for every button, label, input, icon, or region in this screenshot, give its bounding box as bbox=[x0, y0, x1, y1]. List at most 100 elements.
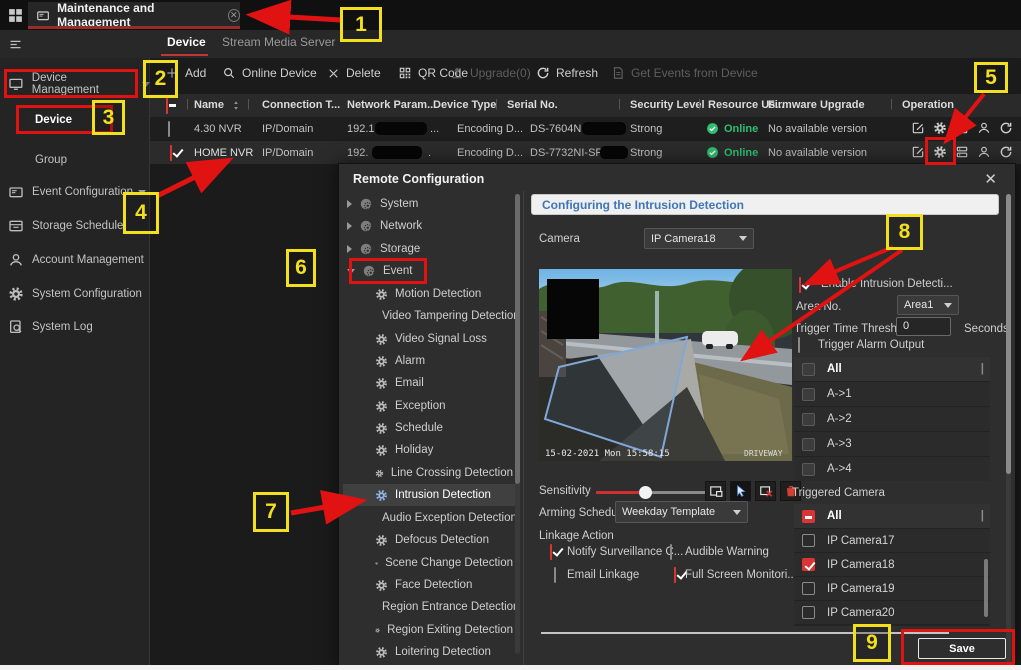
col-serial[interactable]: Serial No. bbox=[507, 99, 558, 111]
col-firmware[interactable]: Firmware Upgrade bbox=[768, 99, 865, 111]
select-all-checkbox[interactable] bbox=[166, 98, 168, 114]
sidebar-item-system-log[interactable]: System Log bbox=[0, 315, 150, 339]
list-item[interactable]: A->4 bbox=[794, 457, 990, 481]
tree-item-line-crossing[interactable]: Line Crossing Detection bbox=[343, 462, 513, 484]
arming-schedule-select[interactable]: Weekday Template bbox=[615, 501, 748, 523]
trigger-alarm-output-checkbox[interactable] bbox=[798, 337, 800, 353]
upgrade-button[interactable]: Upgrade(0) bbox=[450, 66, 531, 80]
camera-select[interactable]: IP Camera18 bbox=[644, 228, 754, 249]
sidebar-item-group[interactable]: Group bbox=[0, 148, 150, 172]
refresh-button[interactable]: Refresh bbox=[536, 66, 598, 80]
notify-surveillance-checkbox[interactable] bbox=[550, 544, 552, 560]
tree-item-email[interactable]: Email bbox=[343, 372, 513, 394]
device-refresh-icon[interactable] bbox=[999, 145, 1013, 159]
tree-item-defocus[interactable]: Defocus Detection bbox=[343, 529, 513, 551]
hamburger-menu-icon[interactable] bbox=[8, 37, 23, 52]
list-item[interactable]: A->3 bbox=[794, 432, 990, 456]
col-security[interactable]: Security Level bbox=[630, 99, 705, 111]
tree-item-video-signal-loss[interactable]: Video Signal Loss bbox=[343, 328, 513, 350]
device-user-icon[interactable] bbox=[977, 121, 991, 135]
tab-maintenance-and-management[interactable]: Maintenance and Management ✕ bbox=[28, 2, 240, 28]
all-cameras-checkbox[interactable] bbox=[802, 510, 815, 523]
remote-config-icon[interactable] bbox=[933, 121, 947, 135]
redaction-bar bbox=[600, 146, 628, 159]
tree-item-holiday[interactable]: Holiday bbox=[343, 439, 513, 461]
email-linkage-checkbox[interactable] bbox=[554, 567, 556, 583]
list-item[interactable]: IP Camera20 bbox=[794, 601, 990, 624]
col-name[interactable]: Name bbox=[194, 99, 224, 111]
get-events-button[interactable]: Get Events from Device bbox=[611, 66, 758, 80]
enable-intrusion-checkbox[interactable] bbox=[799, 277, 801, 293]
tree-item-audio-exception[interactable]: Audio Exception Detection bbox=[343, 507, 513, 529]
list-item[interactable]: A->2 bbox=[794, 407, 990, 431]
device-user-icon[interactable] bbox=[977, 145, 991, 159]
online-device-button[interactable]: Online Device bbox=[222, 66, 317, 80]
edit-device-icon[interactable] bbox=[911, 145, 925, 159]
tab-stream-media-server[interactable]: Stream Media Server bbox=[222, 35, 335, 49]
row1-checkbox[interactable] bbox=[168, 121, 170, 137]
audible-warning-checkbox[interactable] bbox=[670, 544, 672, 560]
tab-device[interactable]: Device bbox=[167, 35, 206, 49]
tree-item-loitering[interactable]: Loitering Detection bbox=[343, 641, 513, 663]
tree-item-network[interactable]: Network bbox=[343, 215, 513, 237]
tree-item-scene-change[interactable]: Scene Change Detection bbox=[343, 552, 513, 574]
tree-item-face-detection[interactable]: Face Detection bbox=[343, 574, 513, 596]
refresh-icon bbox=[536, 66, 550, 80]
enable-intrusion-label: Enable Intrusion Detecti... bbox=[821, 278, 953, 290]
row1-serial: DS-7604N bbox=[530, 123, 581, 135]
col-device-type[interactable]: Device Type bbox=[433, 99, 496, 111]
trigger-threshold-input[interactable]: 0 bbox=[896, 317, 951, 336]
col-network[interactable]: Network Param... bbox=[347, 99, 436, 111]
list-item[interactable]: IP Camera17 bbox=[794, 529, 990, 552]
col-connection[interactable]: Connection T... bbox=[262, 99, 340, 111]
sidebar-item-system-configuration[interactable]: System Configuration bbox=[0, 282, 150, 306]
area-select[interactable]: Area1 bbox=[897, 295, 959, 315]
sidebar-item-account-management[interactable]: Account Management bbox=[0, 248, 150, 272]
tree-item-exception[interactable]: Exception bbox=[343, 395, 513, 417]
clear-area-icon[interactable] bbox=[755, 481, 776, 501]
device-stack-icon[interactable] bbox=[955, 121, 969, 135]
tree-item-motion-detection[interactable]: Motion Detection bbox=[343, 283, 513, 305]
all-checkbox[interactable] bbox=[802, 363, 815, 376]
dialog-scrollbar-thumb[interactable] bbox=[1006, 194, 1011, 474]
row2-checkbox[interactable] bbox=[170, 145, 172, 161]
tree-scrollbar-thumb[interactable] bbox=[515, 194, 520, 484]
online-status-icon bbox=[706, 122, 719, 135]
list-item[interactable]: All| bbox=[794, 357, 990, 381]
list-item[interactable]: IP Camera18 bbox=[794, 553, 990, 576]
device-stack-icon[interactable] bbox=[955, 145, 969, 159]
list-item[interactable]: All| bbox=[794, 504, 990, 528]
tree-item-region-entrance[interactable]: Region Entrance Detection bbox=[343, 596, 513, 618]
audible-warning-label: Audible Warning bbox=[685, 546, 769, 558]
list-scrollbar-thumb[interactable] bbox=[984, 559, 988, 617]
sort-icon[interactable] bbox=[231, 99, 241, 112]
sensitivity-label: Sensitivity bbox=[539, 485, 591, 497]
draw-area-icon[interactable] bbox=[705, 481, 726, 501]
app-window: Maintenance and Management ✕ Device Stre… bbox=[0, 0, 1021, 670]
list-item[interactable]: A->1 bbox=[794, 382, 990, 406]
dialog-close-icon[interactable]: ✕ bbox=[984, 170, 997, 188]
list-item[interactable]: IP Camera19 bbox=[794, 577, 990, 600]
tree-item-region-exiting[interactable]: Region Exiting Detection bbox=[343, 619, 513, 641]
device-refresh-icon[interactable] bbox=[999, 121, 1013, 135]
sensitivity-slider-thumb[interactable] bbox=[639, 486, 652, 499]
app-logo-icon[interactable] bbox=[7, 7, 24, 24]
tree-item-alarm[interactable]: Alarm bbox=[343, 350, 513, 372]
tree-item-schedule[interactable]: Schedule bbox=[343, 417, 513, 439]
document-icon bbox=[611, 66, 625, 80]
upload-icon bbox=[450, 66, 464, 80]
chevron-right-icon bbox=[347, 245, 352, 253]
linkage-action-label: Linkage Action bbox=[539, 530, 614, 542]
delete-button[interactable]: Delete bbox=[327, 66, 381, 80]
tab-close-icon[interactable]: ✕ bbox=[228, 9, 240, 22]
tree-item-storage[interactable]: Storage bbox=[343, 238, 513, 260]
tree-item-system[interactable]: System bbox=[343, 193, 513, 215]
full-screen-monitoring-checkbox[interactable] bbox=[674, 567, 676, 583]
tree-item-intrusion-detection[interactable]: Intrusion Detection bbox=[343, 484, 519, 506]
tree-item-video-tampering[interactable]: Video Tampering Detection bbox=[343, 305, 513, 327]
triggered-camera-label: Triggered Camera bbox=[792, 487, 885, 499]
select-cursor-icon[interactable] bbox=[730, 481, 751, 501]
arrow-4 bbox=[157, 161, 227, 196]
camera-preview[interactable]: 15-02-2021 Mon 15:58:15 DRIVEWAY bbox=[539, 269, 792, 461]
edit-device-icon[interactable] bbox=[911, 121, 925, 135]
